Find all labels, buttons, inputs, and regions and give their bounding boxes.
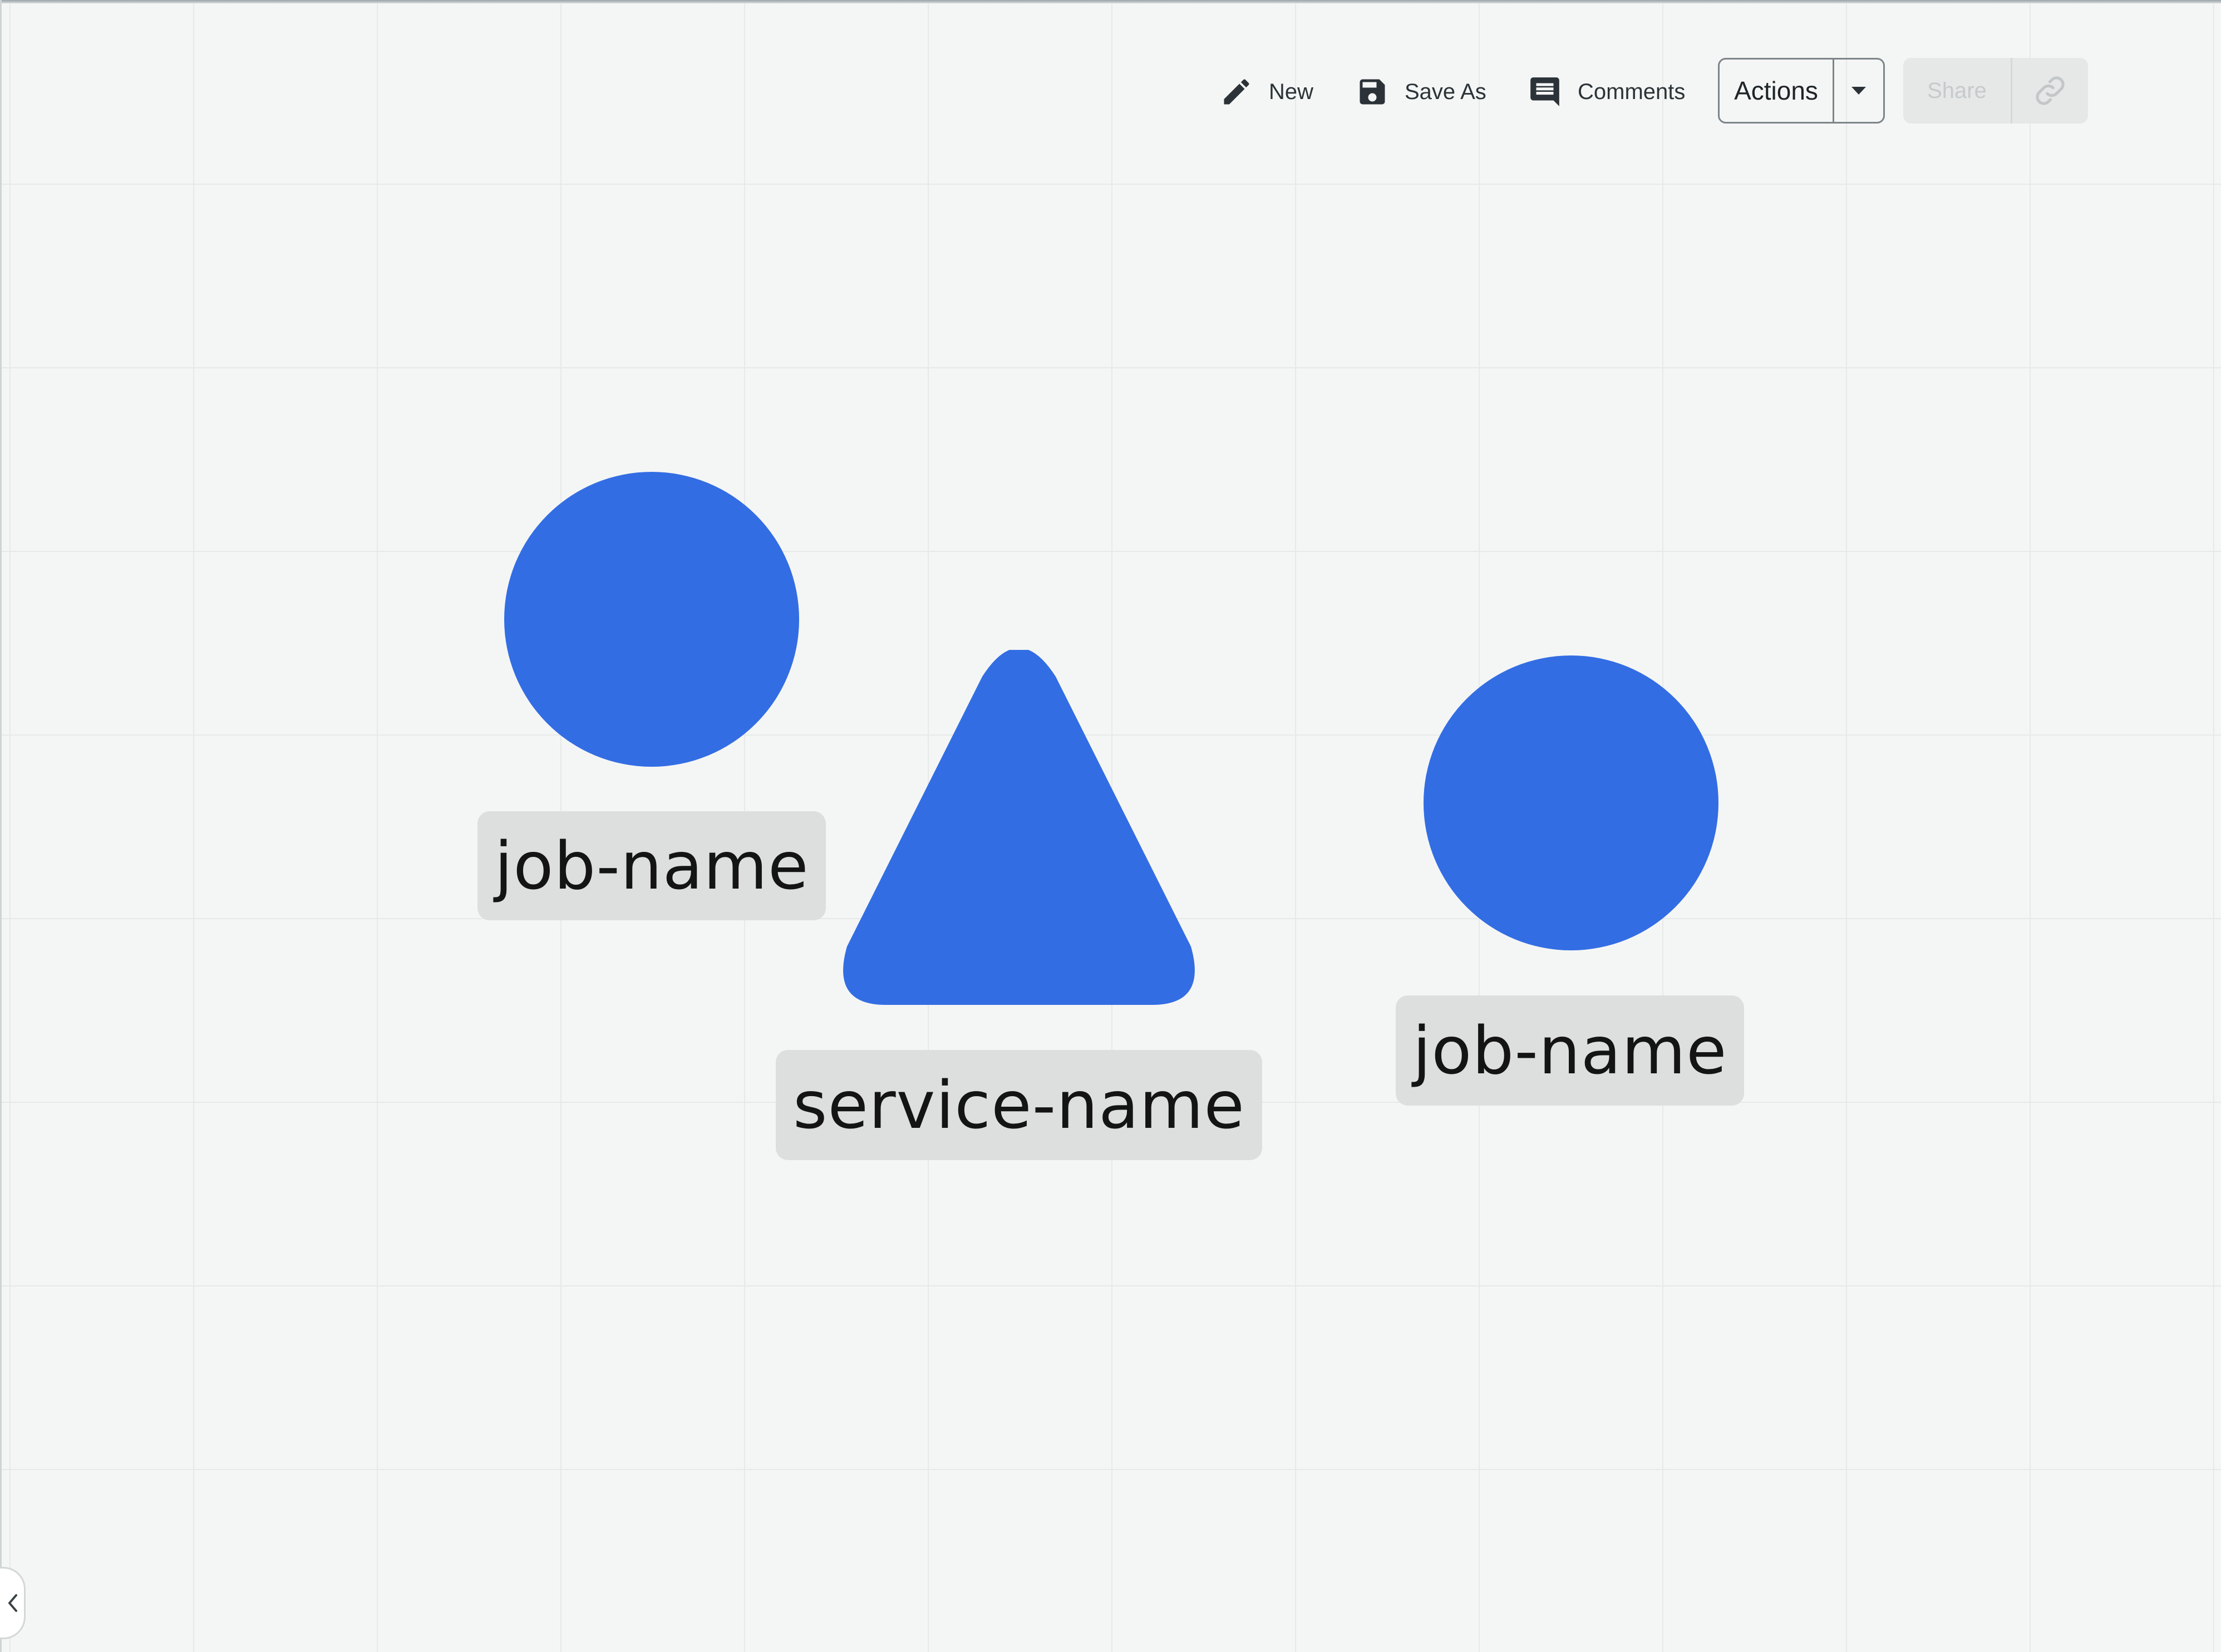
floppy-disk-icon [1360,79,1385,105]
comments-label: Comments [1578,79,1686,104]
service-label[interactable]: service-name [776,1050,1262,1160]
comments-button[interactable]: Comments [1528,61,1685,122]
caret-down-icon [1851,87,1866,95]
window-left-edge [0,0,2,1652]
triangle-shape [843,650,1195,1005]
service-triangle[interactable] [840,650,1198,1005]
new-label: New [1269,79,1314,104]
circle-shape [504,472,799,767]
window-top-edge [0,0,2221,3]
actions-split-button: Actions [1718,58,1885,124]
job-label-2[interactable]: job-name [1396,995,1744,1106]
save-as-button[interactable]: Save As [1356,61,1486,122]
job-circle-1[interactable] [504,472,799,767]
share-split-button: Share [1903,58,2088,124]
save-as-label: Save As [1405,79,1486,104]
job-circle-2[interactable] [1424,655,1718,950]
actions-button[interactable]: Actions [1720,60,1834,122]
share-button[interactable]: Share [1903,58,2012,124]
link-icon [2036,76,2065,105]
job-label-1[interactable]: job-name [477,811,826,920]
pencil-icon [1224,79,1249,105]
chevron-left-icon [8,1594,17,1612]
comment-icon [1530,77,1559,106]
copy-link-button[interactable] [2012,58,2088,124]
new-button[interactable]: New [1220,61,1313,122]
actions-dropdown-toggle[interactable] [1834,60,1883,122]
panel-collapse-tab[interactable] [0,1567,26,1639]
circle-shape [1424,655,1718,950]
